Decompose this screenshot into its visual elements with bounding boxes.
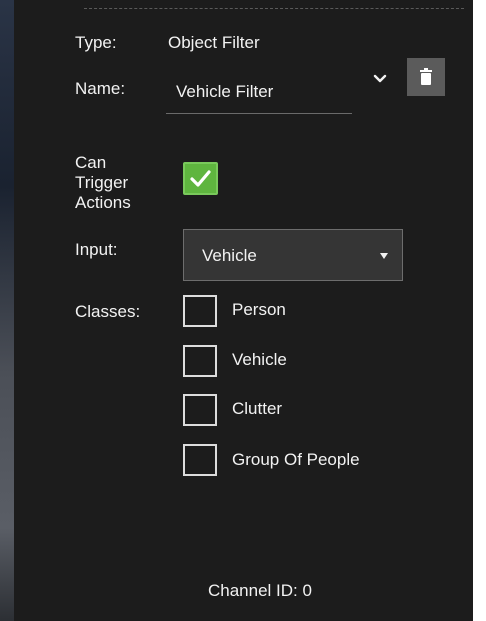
filter-settings-panel: Type: Object Filter Name: Vehicle Filter… [14,0,473,621]
name-label: Name: [75,79,126,98]
input-select-value: Vehicle [202,246,257,265]
name-field-underline [166,113,352,114]
class-label-vehicle[interactable]: Vehicle [232,350,287,370]
trigger-label-line-2: Trigger [75,173,129,192]
top-divider [84,8,464,9]
class-label-group-of-people[interactable]: Group Of People [232,450,360,470]
class-checkbox-clutter[interactable] [183,394,217,426]
right-margin [473,0,486,621]
can-trigger-actions-checkbox[interactable] [183,162,218,195]
type-label: Type: [75,33,117,52]
checkmark-icon [190,170,211,187]
class-checkbox-group-of-people[interactable] [183,444,217,476]
class-checkbox-person[interactable] [183,295,217,327]
type-value: Object Filter [168,33,260,52]
trigger-label-line-1: Can [75,153,107,172]
class-label-clutter[interactable]: Clutter [232,399,282,419]
delete-button[interactable] [407,58,445,96]
channel-id-text: Channel ID: 0 [208,581,312,600]
trash-icon [420,68,432,85]
class-checkbox-vehicle[interactable] [183,345,217,377]
chevron-down-icon[interactable] [371,70,389,88]
input-label: Input: [75,240,118,259]
caret-down-icon [380,253,388,259]
name-field[interactable]: Vehicle Filter [176,82,273,102]
classes-label: Classes: [75,302,141,321]
background-strip [0,0,14,621]
input-select[interactable]: Vehicle [183,229,403,281]
trigger-label-line-3: Actions [75,193,131,212]
class-label-person[interactable]: Person [232,300,286,320]
